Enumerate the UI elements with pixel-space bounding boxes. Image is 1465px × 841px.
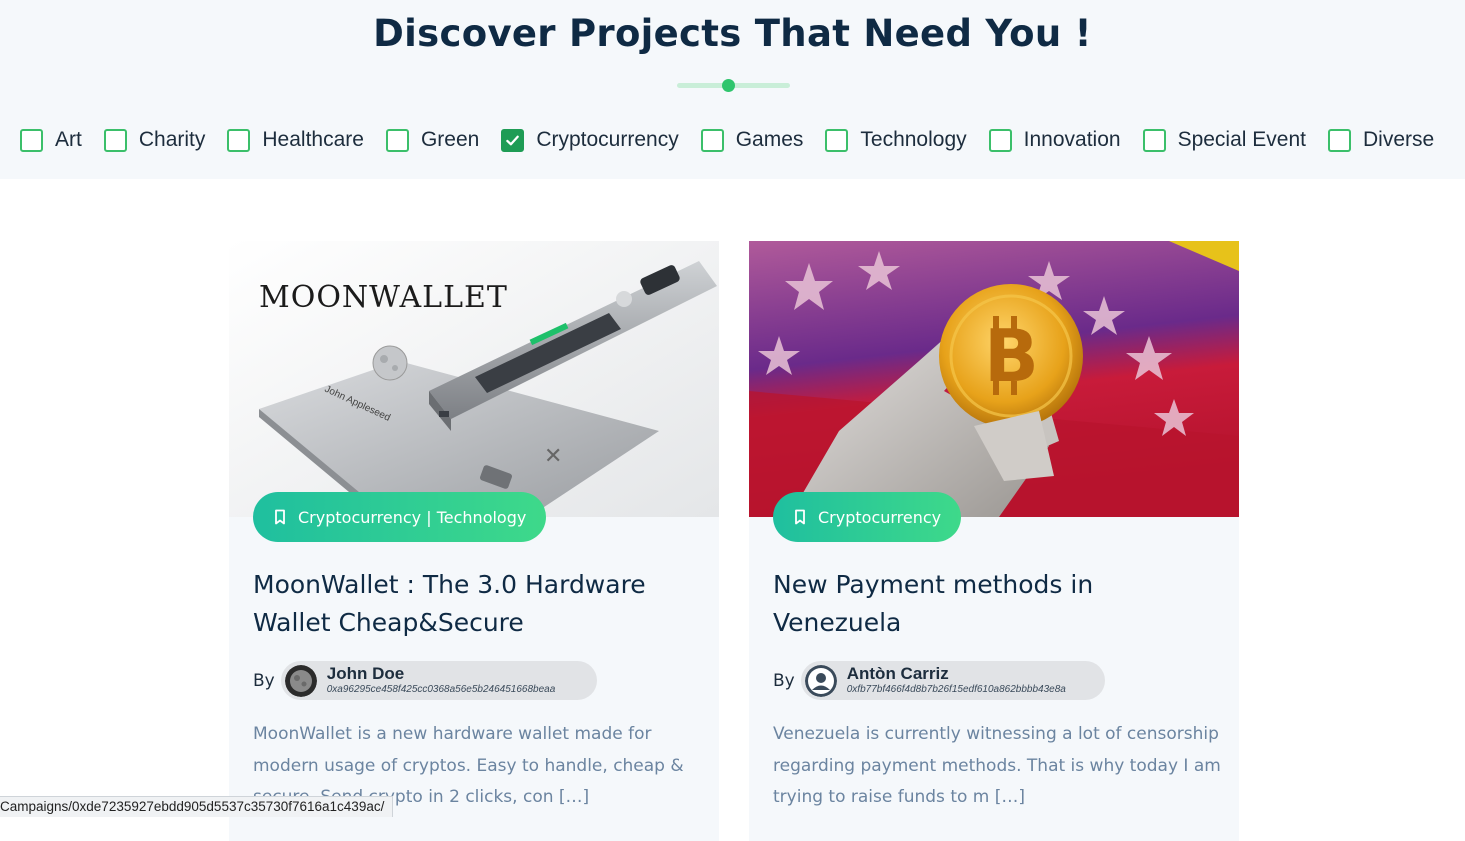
- avatar-icon: [804, 664, 837, 697]
- project-title[interactable]: New Payment methods in Venezuela: [773, 566, 1213, 642]
- filter-green[interactable]: Green: [385, 128, 480, 152]
- filter-technology[interactable]: Technology: [825, 128, 967, 152]
- category-badge[interactable]: Cryptocurrency | Technology: [253, 492, 547, 542]
- bookmark-icon: [795, 509, 805, 525]
- category-label: Cryptocurrency: [818, 507, 942, 527]
- filter-label: Games: [735, 128, 804, 151]
- checkbox-icon[interactable]: [700, 128, 724, 152]
- filter-cryptocurrency[interactable]: Cryptocurrency: [501, 128, 679, 152]
- author-chip[interactable]: Antòn Carriz 0xfb77bf466f4d8b7b26f15edf6…: [800, 661, 1105, 700]
- filter-label: Cryptocurrency: [536, 128, 679, 151]
- author-address: 0xa96295ce458f425cc0368a56e5b246451668be…: [326, 683, 556, 695]
- filter-label: Technology: [860, 128, 967, 151]
- filter-art[interactable]: Art: [20, 128, 82, 152]
- avatar: [284, 664, 317, 697]
- page-title: Discover Projects That Need You !: [373, 12, 1092, 55]
- category-filters: Art Charity Healthcare Green Cryptocurre…: [20, 124, 1434, 156]
- project-card[interactable]: B Cryptocurrency New Payment methods in …: [749, 241, 1239, 841]
- checkbox-icon[interactable]: [825, 128, 849, 152]
- filter-label: Special Event: [1177, 128, 1306, 151]
- category-label: Cryptocurrency | Technology: [298, 507, 527, 527]
- checkbox-icon[interactable]: [501, 128, 525, 152]
- filter-label: Diverse: [1362, 128, 1435, 151]
- author-row: By Antòn Carriz 0xfb77bf466f4d8b7b26f15e…: [773, 661, 1105, 700]
- filter-label: Healthcare: [262, 128, 364, 151]
- author-text: Antòn Carriz 0xfb77bf466f4d8b7b26f15edf6…: [846, 663, 1066, 697]
- by-label: By: [253, 670, 275, 691]
- filter-special-event[interactable]: Special Event: [1142, 128, 1306, 152]
- status-bar-url: Campaigns/0xde7235927ebdd905d5537c35730f…: [0, 796, 394, 817]
- checkbox-icon[interactable]: [988, 128, 1012, 152]
- filter-healthcare[interactable]: Healthcare: [227, 128, 364, 152]
- author-row: By John Doe 0xa96295ce458f425cc0368a56e5…: [253, 661, 597, 700]
- checkbox-icon[interactable]: [385, 128, 409, 152]
- checkbox-icon[interactable]: [1142, 128, 1166, 152]
- image-brand-text: MOONWALLET: [259, 280, 508, 315]
- check-icon: [506, 135, 520, 145]
- author-text: John Doe 0xa96295ce458f425cc0368a56e5b24…: [326, 663, 556, 697]
- filter-innovation[interactable]: Innovation: [988, 128, 1121, 152]
- filter-label: Charity: [138, 128, 206, 151]
- author-name: Antòn Carriz: [846, 663, 949, 683]
- checkbox-icon[interactable]: [20, 128, 43, 152]
- project-title[interactable]: MoonWallet : The 3.0 Hardware Wallet Che…: [253, 566, 693, 642]
- checkbox-icon[interactable]: [103, 128, 127, 152]
- filter-label: Innovation: [1023, 128, 1121, 151]
- author-name: John Doe: [326, 663, 405, 683]
- checkbox-icon[interactable]: [227, 128, 251, 152]
- author-address: 0xfb77bf466f4d8b7b26f15edf610a862bbbb43e…: [846, 683, 1066, 695]
- project-image[interactable]: B: [749, 241, 1239, 517]
- filter-diverse[interactable]: Diverse: [1327, 128, 1435, 152]
- filter-label: Green: [420, 128, 480, 151]
- project-card[interactable]: ✕ MOONWALLET John Appleseed Cryptocurren…: [229, 241, 719, 841]
- filter-games[interactable]: Games: [700, 128, 804, 152]
- project-image[interactable]: ✕ MOONWALLET John Appleseed: [229, 241, 719, 517]
- project-excerpt: Venezuela is currently witnessing a lot …: [773, 724, 1221, 807]
- by-label: By: [773, 670, 795, 691]
- category-badge[interactable]: Cryptocurrency: [773, 492, 962, 542]
- title-divider-dot: [722, 79, 735, 92]
- svg-text:✕: ✕: [544, 444, 562, 469]
- filter-charity[interactable]: Charity: [103, 128, 206, 152]
- author-chip[interactable]: John Doe 0xa96295ce458f425cc0368a56e5b24…: [280, 661, 597, 700]
- checkbox-icon[interactable]: [1327, 128, 1351, 152]
- filter-label: Art: [55, 128, 82, 151]
- bookmark-icon: [275, 509, 285, 525]
